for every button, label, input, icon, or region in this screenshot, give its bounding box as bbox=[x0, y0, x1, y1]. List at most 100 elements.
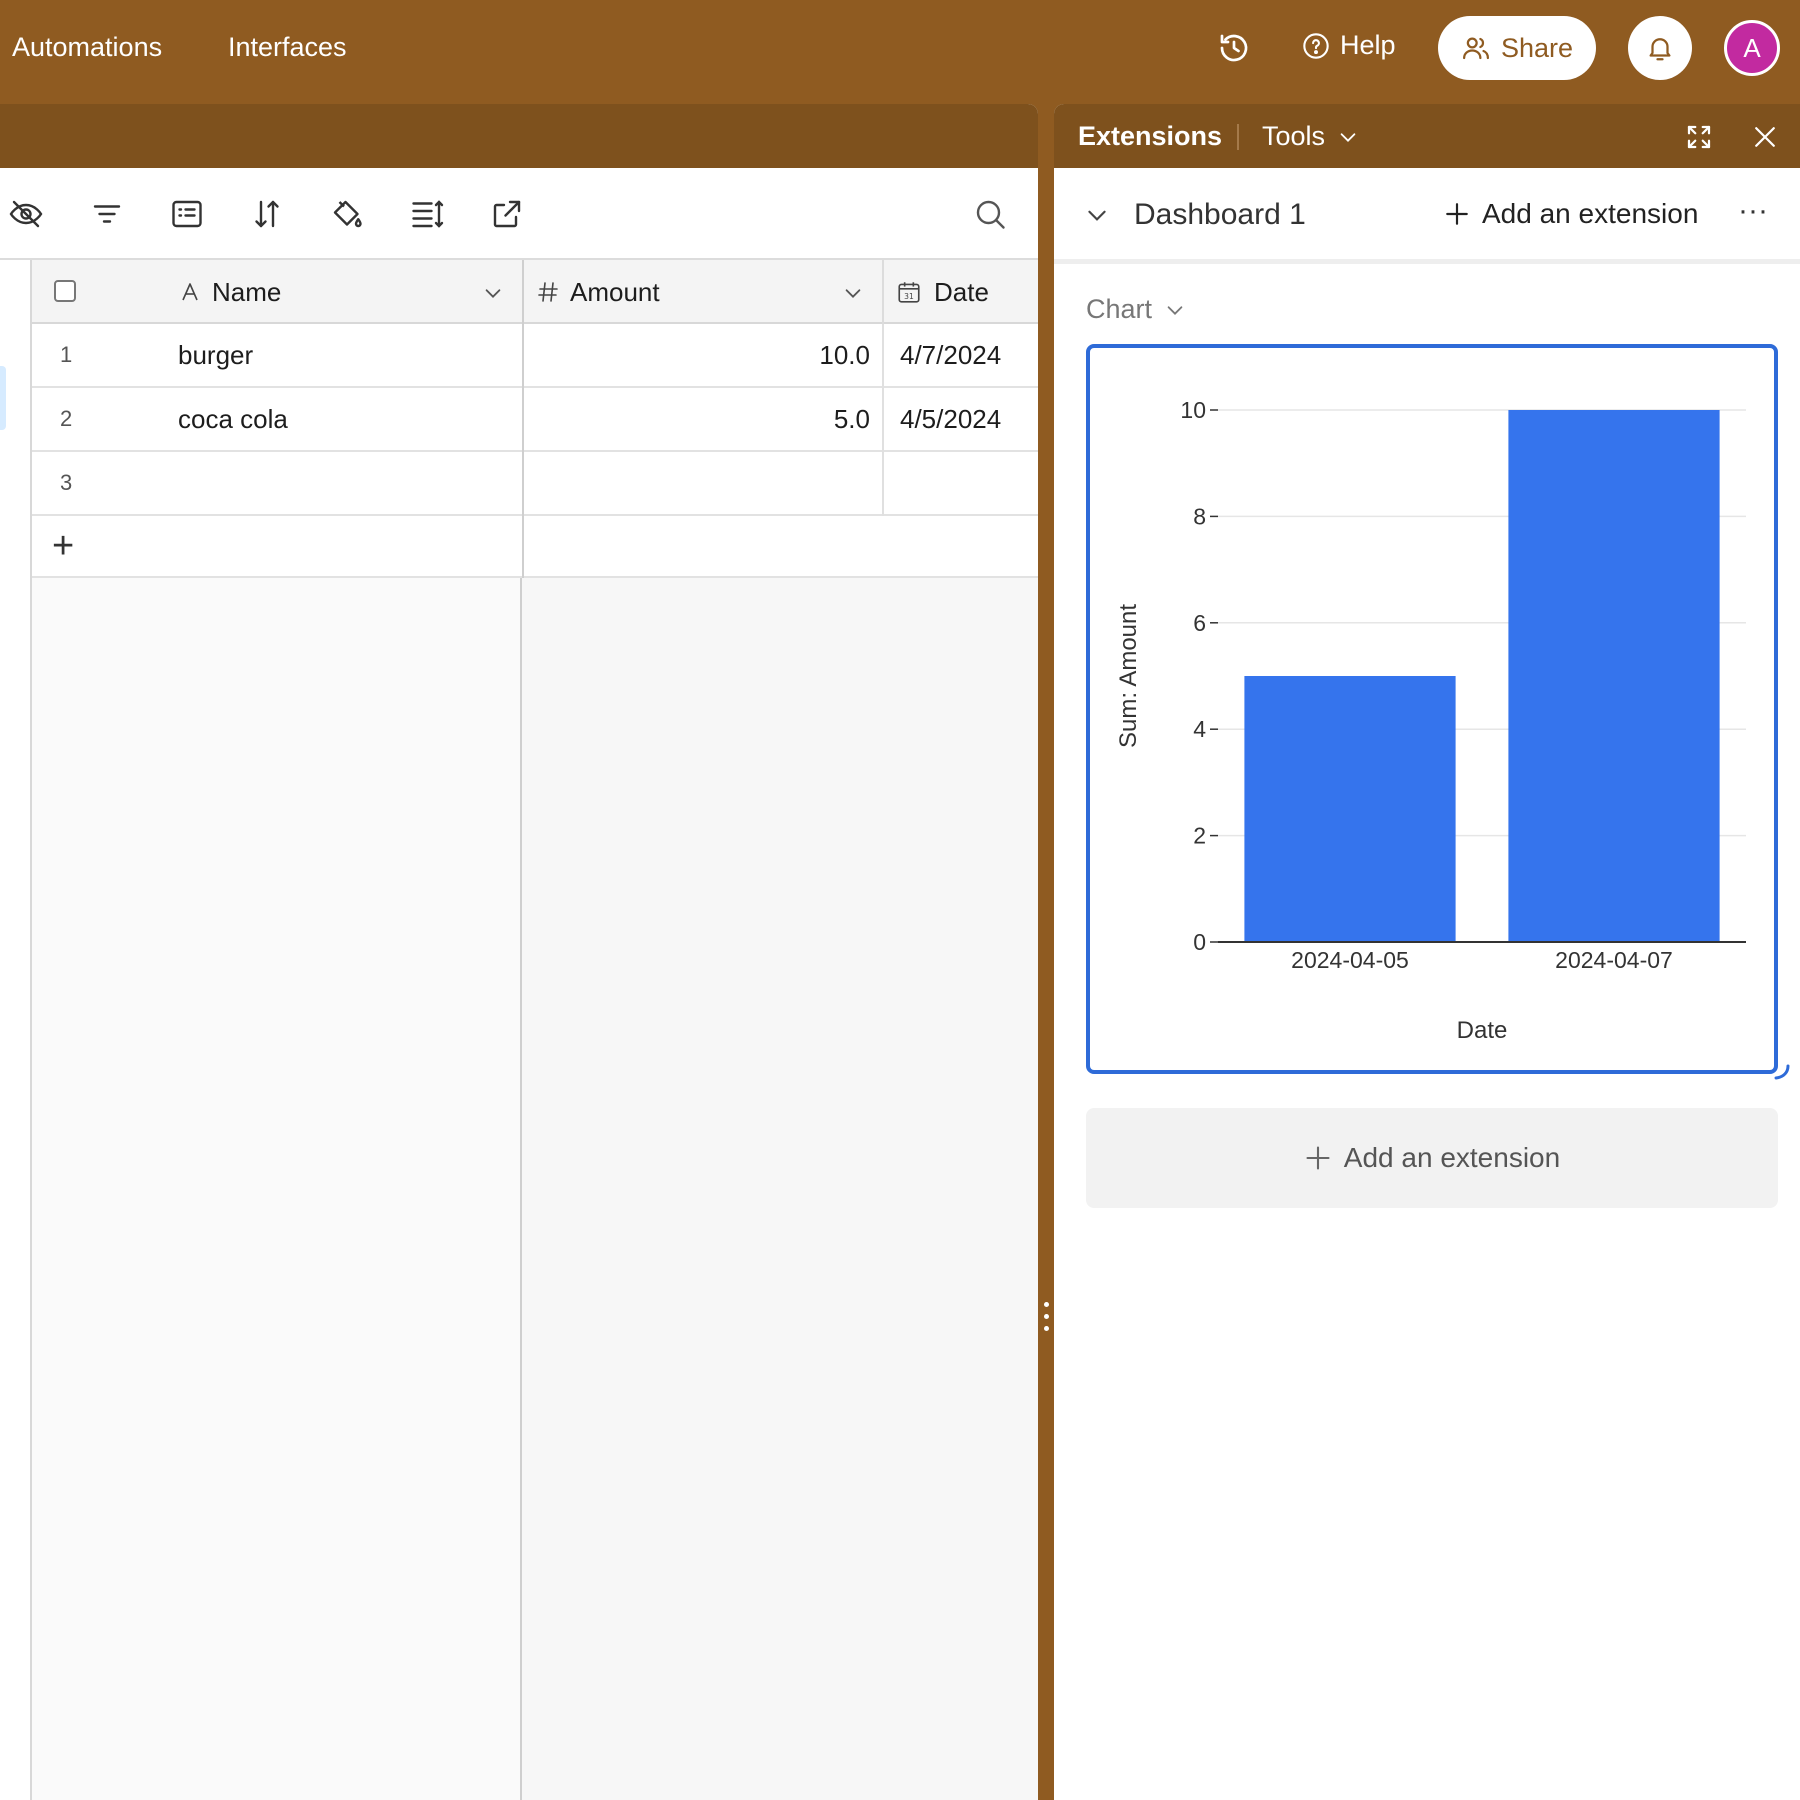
handle-dot bbox=[1044, 1314, 1049, 1319]
x-axis-label: Date bbox=[1457, 1017, 1508, 1044]
cell-divider bbox=[882, 388, 884, 452]
share-button[interactable]: Share bbox=[1438, 16, 1596, 80]
add-extension-label: Add an extension bbox=[1482, 198, 1699, 229]
table-row[interactable]: 2 coca cola 5.0 4/5/2024 bbox=[32, 388, 1038, 452]
filter-icon[interactable] bbox=[89, 196, 125, 232]
grid-header-row: Name Amount 31 Date bbox=[32, 260, 1038, 324]
column-header-name[interactable]: Name bbox=[178, 260, 281, 324]
cell-date[interactable]: 4/5/2024 bbox=[900, 388, 1001, 450]
cell-amount[interactable] bbox=[524, 452, 870, 514]
grid-panel: Name Amount 31 Date 1 burger 10.0 4/7/20… bbox=[0, 104, 1038, 1800]
y-axis-label: Sum: Amount bbox=[1115, 604, 1142, 748]
gutter-indicator bbox=[0, 366, 6, 430]
bar bbox=[1244, 676, 1456, 942]
handle-dot bbox=[1044, 1326, 1049, 1331]
grid-left-gutter bbox=[0, 260, 32, 1800]
chevron-down-icon[interactable] bbox=[1084, 202, 1110, 228]
avatar[interactable]: A bbox=[1724, 20, 1780, 76]
chevron-down-icon bbox=[1340, 132, 1356, 142]
svg-text:31: 31 bbox=[904, 292, 914, 301]
text-field-icon bbox=[182, 283, 198, 301]
nav-interfaces[interactable]: Interfaces bbox=[228, 32, 347, 63]
row-number: 2 bbox=[60, 406, 73, 431]
bar bbox=[1508, 410, 1720, 942]
add-extension-card[interactable]: Add an extension bbox=[1086, 1108, 1778, 1208]
extensions-panel: Extensions Tools Dashboard 1 Add an exte… bbox=[1054, 104, 1800, 1800]
sort-icon[interactable] bbox=[249, 196, 285, 232]
notifications-button[interactable] bbox=[1628, 16, 1692, 80]
y-tick-label: 0 bbox=[1193, 929, 1206, 955]
help-label: Help bbox=[1340, 30, 1396, 60]
search-icon[interactable] bbox=[972, 196, 1008, 232]
tools-menu[interactable]: Tools bbox=[1262, 121, 1359, 152]
nav-automations[interactable]: Automations bbox=[12, 32, 162, 63]
tools-label: Tools bbox=[1262, 121, 1326, 151]
resize-corner-icon[interactable] bbox=[1772, 1062, 1792, 1082]
header-separator bbox=[1237, 124, 1239, 150]
chart-extension-label[interactable]: Chart bbox=[1086, 294, 1186, 325]
add-row[interactable]: + bbox=[32, 516, 1038, 578]
extensions-title: Extensions bbox=[1078, 121, 1223, 151]
cell-divider bbox=[882, 452, 884, 516]
y-tick-label: 8 bbox=[1193, 503, 1206, 529]
cell-amount[interactable]: 10.0 bbox=[524, 324, 870, 386]
table-row[interactable]: 1 burger 10.0 4/7/2024 bbox=[32, 324, 1038, 388]
users-icon bbox=[1462, 37, 1489, 60]
view-toolbar bbox=[0, 168, 1038, 260]
share-view-icon[interactable] bbox=[489, 196, 525, 232]
history-icon[interactable] bbox=[1216, 30, 1252, 66]
column-name-label: Name bbox=[212, 276, 282, 307]
x-tick-label: 2024-04-05 bbox=[1291, 947, 1409, 973]
cell-divider bbox=[882, 324, 884, 388]
panel-resize-handle[interactable] bbox=[1038, 104, 1054, 1800]
more-options-icon[interactable]: ··· bbox=[1738, 194, 1768, 228]
row-number: 1 bbox=[60, 342, 73, 367]
row-height-icon[interactable] bbox=[409, 196, 445, 232]
cell-date[interactable]: 4/7/2024 bbox=[900, 324, 1001, 386]
select-all-checkbox[interactable] bbox=[54, 280, 76, 302]
help-button[interactable]: Help bbox=[1302, 30, 1396, 61]
chevron-down-icon[interactable] bbox=[482, 282, 504, 304]
y-tick-label: 6 bbox=[1193, 610, 1206, 636]
grid: Name Amount 31 Date 1 burger 10.0 4/7/20… bbox=[0, 260, 1038, 1800]
add-row-plus-icon[interactable]: + bbox=[52, 516, 74, 576]
cell-divider bbox=[522, 516, 524, 578]
dashboard-title[interactable]: Dashboard 1 bbox=[1134, 198, 1306, 232]
expand-icon[interactable] bbox=[1684, 122, 1714, 152]
number-field-icon bbox=[538, 282, 558, 302]
group-icon[interactable] bbox=[169, 196, 205, 232]
add-extension-card-label: Add an extension bbox=[1343, 1142, 1561, 1173]
top-bar: Automations Interfaces Help Share A bbox=[0, 0, 1800, 104]
column-header-date[interactable]: 31 Date bbox=[896, 260, 989, 324]
plus-icon bbox=[1446, 203, 1468, 225]
close-icon[interactable] bbox=[1750, 122, 1780, 152]
x-tick-label: 2024-04-07 bbox=[1555, 947, 1673, 973]
chart-card[interactable]: 0 2 4 6 8 10 2024-04-05 2024-04-07 Date Sum: Amou… bbox=[1086, 344, 1778, 1074]
color-icon[interactable] bbox=[329, 196, 365, 232]
extensions-header: Extensions Tools bbox=[1054, 104, 1800, 168]
column-divider bbox=[882, 260, 884, 324]
cell-name[interactable]: coca cola bbox=[178, 388, 288, 450]
column-header-amount[interactable]: Amount bbox=[536, 260, 660, 324]
view-bar bbox=[0, 104, 1038, 168]
share-label: Share bbox=[1500, 32, 1574, 63]
chart-label-text: Chart bbox=[1086, 294, 1153, 324]
cell-name[interactable]: burger bbox=[178, 324, 253, 386]
calendar-icon: 31 bbox=[898, 282, 920, 303]
y-tick-label: 4 bbox=[1193, 716, 1206, 742]
row-number: 3 bbox=[60, 470, 73, 495]
column-divider bbox=[522, 260, 524, 324]
handle-dot bbox=[1044, 1302, 1049, 1307]
chevron-down-icon bbox=[1167, 305, 1183, 315]
y-tick-label: 2 bbox=[1193, 823, 1206, 849]
add-extension-button[interactable]: Add an extension bbox=[1444, 198, 1698, 230]
column-date-label: Date bbox=[934, 276, 989, 307]
bar-chart: 0 2 4 6 8 10 2024-04-05 2024-04-07 Date Sum: Amou… bbox=[1115, 397, 1746, 1044]
y-tick-label: 10 bbox=[1180, 397, 1206, 423]
dashboard-bar: Dashboard 1 Add an extension ··· bbox=[1054, 168, 1800, 264]
hide-fields-icon[interactable] bbox=[8, 196, 44, 232]
bell-icon bbox=[1649, 38, 1671, 61]
cell-amount[interactable]: 5.0 bbox=[524, 388, 870, 450]
table-row[interactable]: 3 bbox=[32, 452, 1038, 516]
chevron-down-icon[interactable] bbox=[842, 282, 864, 304]
